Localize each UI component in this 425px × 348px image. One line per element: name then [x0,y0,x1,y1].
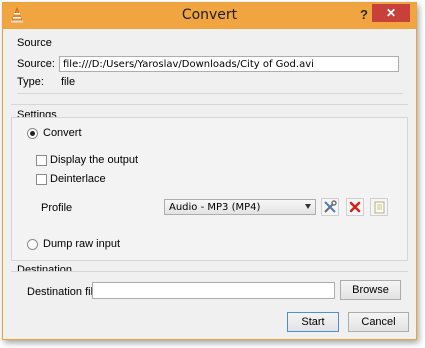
display-output-label[interactable]: Display the output [50,154,138,166]
deinterlace-checkbox[interactable] [36,174,47,185]
source-group-title: Source [17,37,52,49]
convert-dialog: Convert ? ✕ Source Source: file:///D:/Us… [2,2,417,340]
profile-select-value: Audio - MP3 (MP4) [169,202,261,213]
delete-profile-button[interactable] [346,198,364,216]
dump-raw-label[interactable]: Dump raw input [43,238,120,250]
title-bar[interactable]: Convert ? ✕ [3,3,416,29]
deinterlace-label[interactable]: Deinterlace [50,173,106,185]
source-field[interactable]: file:///D:/Users/Yaroslav/Downloads/City… [59,56,399,72]
convert-radio[interactable] [27,128,38,139]
edit-profile-button[interactable] [321,198,339,216]
type-value: file [61,76,76,88]
dump-raw-radio[interactable] [27,239,38,250]
type-label: Type: [17,76,44,88]
destination-file-label: Destination file: [27,286,103,298]
cancel-button[interactable]: Cancel [348,312,409,332]
source-divider [17,93,403,94]
profile-select[interactable]: Audio - MP3 (MP4) [164,199,316,215]
profile-label: Profile [41,202,73,214]
new-profile-icon [374,201,385,214]
source-label: Source: [17,58,55,70]
close-button[interactable]: ✕ [372,4,410,22]
red-x-icon [349,201,361,213]
display-output-checkbox[interactable] [36,155,47,166]
start-button[interactable]: Start [287,312,339,332]
new-profile-button[interactable] [370,198,388,216]
destination-file-input[interactable] [92,282,335,299]
convert-radio-label[interactable]: Convert [43,127,82,139]
chevron-down-icon [305,204,311,209]
help-button[interactable]: ? [360,7,368,22]
wrench-screwdriver-icon [324,200,337,213]
window-title: Convert [181,7,238,23]
source-group [11,45,408,105]
browse-button[interactable]: Browse [340,280,401,300]
